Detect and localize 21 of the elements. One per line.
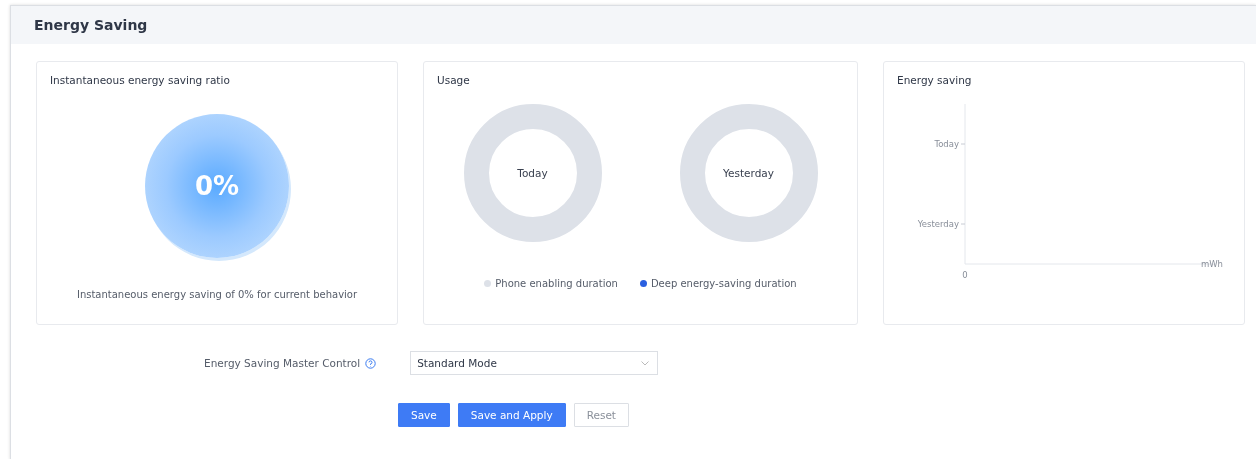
donut-label: Today: [517, 167, 548, 179]
card-title: Instantaneous energy saving ratio: [50, 74, 230, 86]
panel-title: Energy Saving: [34, 17, 148, 33]
card-title: Energy saving: [897, 74, 972, 86]
help-icon[interactable]: [365, 357, 377, 369]
field-label: Energy Saving Master Control: [204, 357, 361, 369]
chevron-down-icon: [641, 360, 650, 366]
legend-label: Deep energy-saving duration: [650, 278, 797, 289]
ratio-value: 0%: [194, 171, 240, 201]
donut-label: Yesterday: [723, 167, 774, 179]
mode-dropdown[interactable]: Standard Mode: [410, 351, 659, 375]
axis-label: Today: [934, 139, 959, 149]
primary-button[interactable]: Save: [398, 403, 450, 427]
axis-unit: mWh: [1200, 259, 1223, 269]
axis-label: Yesterday: [917, 219, 959, 229]
card-title: Usage: [437, 74, 470, 86]
legend-label: Phone enabling duration: [495, 278, 618, 289]
ratio-caption: Instantaneous energy saving of 0% for current behavior: [76, 289, 358, 300]
secondary-button[interactable]: Reset: [573, 403, 629, 427]
primary-button[interactable]: Save and Apply: [457, 403, 566, 427]
axis-tick: 0: [962, 270, 968, 280]
